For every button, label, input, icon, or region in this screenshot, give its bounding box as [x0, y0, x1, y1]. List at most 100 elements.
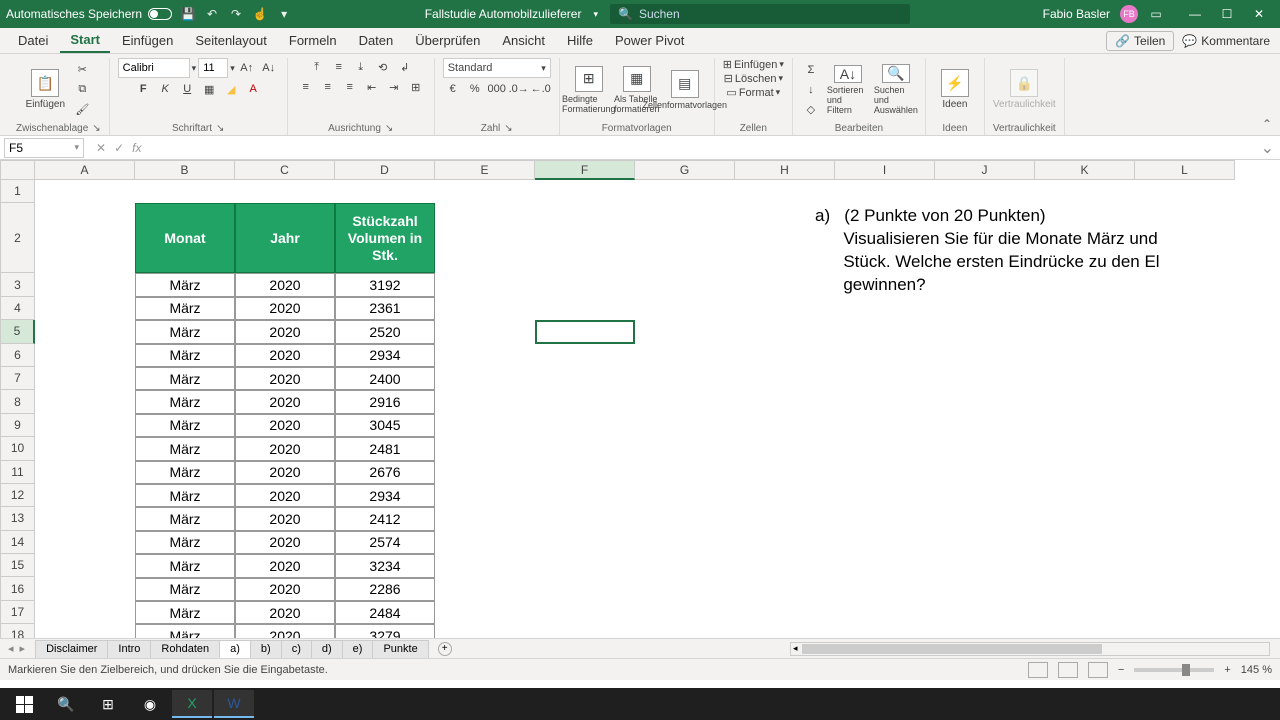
- ribbon-tab-formeln[interactable]: Formeln: [279, 29, 347, 52]
- chevron-down-icon[interactable]: ▾: [192, 63, 197, 74]
- row-header-3[interactable]: 3: [0, 273, 35, 296]
- table-cell[interactable]: 2676: [335, 461, 435, 484]
- minimize-button[interactable]: —: [1180, 4, 1210, 24]
- table-header-cell[interactable]: Monat: [135, 203, 235, 273]
- cut-icon[interactable]: ✂: [72, 61, 92, 79]
- table-cell[interactable]: März: [135, 461, 235, 484]
- table-cell[interactable]: 2020: [235, 507, 335, 530]
- table-cell[interactable]: März: [135, 273, 235, 296]
- user-name[interactable]: Fabio Basler: [1043, 7, 1110, 21]
- align-bottom-icon[interactable]: ⤓: [351, 58, 371, 76]
- align-right-icon[interactable]: ≡: [340, 78, 360, 96]
- table-cell[interactable]: März: [135, 297, 235, 320]
- ideas-button[interactable]: ⚡Ideen: [934, 66, 976, 114]
- thousands-icon[interactable]: 000: [487, 80, 507, 98]
- sheet-tab[interactable]: d): [311, 640, 343, 658]
- ribbon-tab-datei[interactable]: Datei: [8, 29, 58, 52]
- col-header-B[interactable]: B: [135, 160, 235, 180]
- close-button[interactable]: ✕: [1244, 4, 1274, 24]
- table-cell[interactable]: 3234: [335, 554, 435, 577]
- row-header-8[interactable]: 8: [0, 390, 35, 413]
- table-cell[interactable]: 2934: [335, 484, 435, 507]
- ribbon-tab-start[interactable]: Start: [60, 28, 110, 53]
- table-cell[interactable]: März: [135, 344, 235, 367]
- increase-decimal-icon[interactable]: .0→: [509, 80, 529, 98]
- clear-icon[interactable]: ◇: [801, 101, 821, 119]
- find-select-button[interactable]: 🔍Suchen und Auswählen: [875, 66, 917, 114]
- table-header-cell[interactable]: Jahr: [235, 203, 335, 273]
- table-cell[interactable]: März: [135, 601, 235, 624]
- col-header-F[interactable]: F: [535, 160, 635, 180]
- excel-taskbar-icon[interactable]: X: [172, 690, 212, 718]
- ribbon-tab-daten[interactable]: Daten: [349, 29, 404, 52]
- sheet-prev-icon[interactable]: ◂: [8, 642, 14, 655]
- format-painter-icon[interactable]: 🖌: [72, 101, 92, 119]
- dialog-launcher-icon[interactable]: ↘: [504, 123, 512, 134]
- row-header-5[interactable]: 5: [0, 320, 35, 343]
- decrease-indent-icon[interactable]: ⇤: [362, 78, 382, 96]
- sheet-tab[interactable]: a): [219, 640, 251, 658]
- table-cell[interactable]: 2481: [335, 437, 435, 460]
- col-header-C[interactable]: C: [235, 160, 335, 180]
- currency-icon[interactable]: €: [443, 80, 463, 98]
- toggle-icon[interactable]: [148, 8, 172, 20]
- row-header-18[interactable]: 18: [0, 624, 35, 638]
- align-middle-icon[interactable]: ≡: [329, 58, 349, 76]
- ribbon-tab-überprüfen[interactable]: Überprüfen: [405, 29, 490, 52]
- cancel-formula-icon[interactable]: ✕: [96, 141, 106, 155]
- col-header-L[interactable]: L: [1135, 160, 1235, 180]
- zoom-out-icon[interactable]: −: [1118, 664, 1124, 676]
- table-cell[interactable]: 2574: [335, 531, 435, 554]
- row-header-9[interactable]: 9: [0, 414, 35, 437]
- table-cell[interactable]: 2484: [335, 601, 435, 624]
- number-format-combo[interactable]: Standard▾: [443, 58, 551, 78]
- table-cell[interactable]: März: [135, 414, 235, 437]
- table-cell[interactable]: 2020: [235, 601, 335, 624]
- table-cell[interactable]: 2020: [235, 414, 335, 437]
- insert-cells-button[interactable]: ⊞ Einfügen ▾: [723, 58, 784, 71]
- table-cell[interactable]: 2361: [335, 297, 435, 320]
- decrease-decimal-icon[interactable]: ←.0: [531, 80, 551, 98]
- table-cell[interactable]: 2020: [235, 461, 335, 484]
- delete-cells-button[interactable]: ⊟ Löschen ▾: [724, 72, 783, 85]
- table-cell[interactable]: 2520: [335, 320, 435, 343]
- ribbon-tab-einfügen[interactable]: Einfügen: [112, 29, 183, 52]
- row-header-14[interactable]: 14: [0, 531, 35, 554]
- page-break-view-icon[interactable]: [1088, 662, 1108, 678]
- table-cell[interactable]: März: [135, 578, 235, 601]
- table-cell[interactable]: 2020: [235, 484, 335, 507]
- row-header-6[interactable]: 6: [0, 344, 35, 367]
- table-cell[interactable]: 2020: [235, 554, 335, 577]
- row-header-1[interactable]: 1: [0, 180, 35, 203]
- row-header-16[interactable]: 16: [0, 577, 35, 600]
- col-header-K[interactable]: K: [1035, 160, 1135, 180]
- collapse-ribbon-icon[interactable]: ⌃: [1262, 117, 1272, 131]
- col-header-A[interactable]: A: [35, 160, 135, 180]
- increase-font-icon[interactable]: A↑: [237, 59, 257, 77]
- row-header-2[interactable]: 2: [0, 203, 35, 273]
- font-name-input[interactable]: [118, 58, 190, 78]
- autosum-icon[interactable]: Σ: [801, 61, 821, 79]
- row-header-4[interactable]: 4: [0, 297, 35, 320]
- copy-icon[interactable]: ⧉: [72, 81, 92, 99]
- chevron-down-icon[interactable]: ▾: [230, 63, 235, 74]
- maximize-button[interactable]: ☐: [1212, 4, 1242, 24]
- expand-formula-icon[interactable]: ⌄: [1255, 138, 1280, 158]
- zoom-level[interactable]: 145 %: [1241, 664, 1272, 676]
- row-header-10[interactable]: 10: [0, 437, 35, 460]
- fill-icon[interactable]: ↓: [801, 81, 821, 99]
- sheet-tab[interactable]: Punkte: [372, 640, 428, 658]
- col-header-I[interactable]: I: [835, 160, 935, 180]
- table-cell[interactable]: 2020: [235, 578, 335, 601]
- col-header-E[interactable]: E: [435, 160, 535, 180]
- task-view-icon[interactable]: ⊞: [88, 690, 128, 718]
- dialog-launcher-icon[interactable]: ↘: [216, 123, 224, 134]
- table-cell[interactable]: 2934: [335, 344, 435, 367]
- merge-icon[interactable]: ⊞: [406, 78, 426, 96]
- search-box[interactable]: 🔍 Suchen: [610, 4, 910, 24]
- normal-view-icon[interactable]: [1028, 662, 1048, 678]
- fx-icon[interactable]: fx: [132, 141, 141, 155]
- table-cell[interactable]: März: [135, 390, 235, 413]
- worksheet-text[interactable]: a) (2 Punkte von 20 Punkten) Visualisier…: [815, 205, 1160, 297]
- row-header-15[interactable]: 15: [0, 554, 35, 577]
